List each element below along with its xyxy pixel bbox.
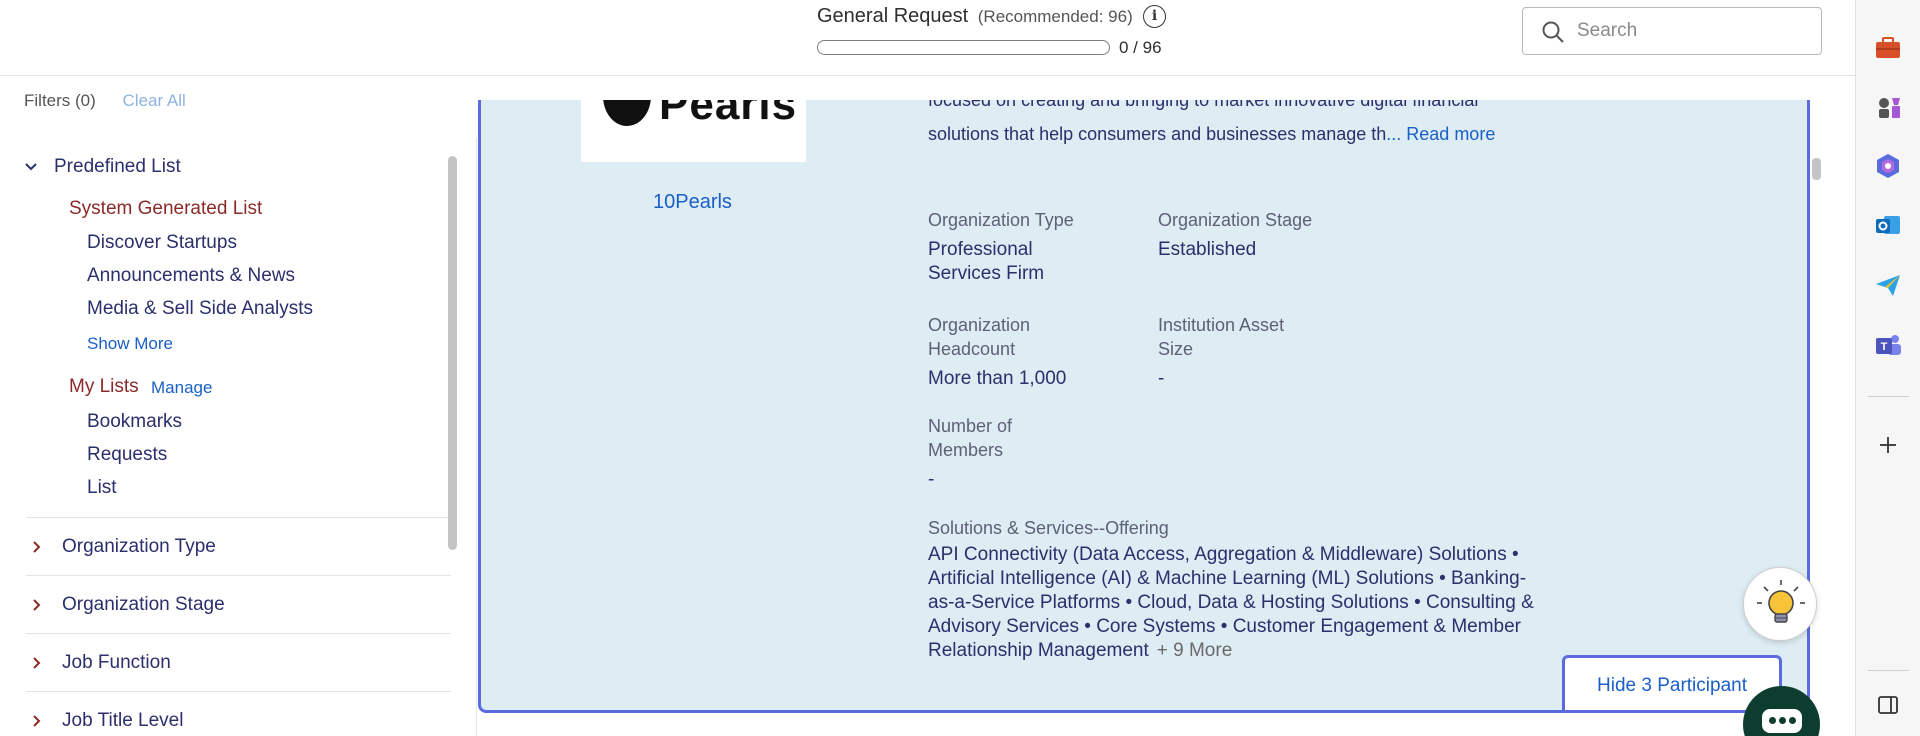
filter-group-organization-stage[interactable]: Organization Stage — [26, 575, 451, 633]
filter-group-label: Job Function — [62, 651, 171, 673]
request-progress-bar — [817, 40, 1110, 55]
list-item-discover-startups[interactable]: Discover Startups — [87, 232, 237, 254]
info-icon[interactable]: i — [1143, 5, 1166, 28]
clear-all-link[interactable]: Clear All — [123, 91, 186, 110]
add-icon[interactable] — [1873, 430, 1903, 460]
search-icon — [1542, 21, 1564, 43]
chess-icon[interactable] — [1873, 92, 1903, 122]
search-box[interactable] — [1522, 7, 1822, 55]
headcount-label: Organization Headcount — [928, 315, 1031, 359]
send-icon[interactable] — [1873, 270, 1903, 300]
system-generated-list-title: System Generated List — [69, 198, 263, 219]
asset-size-value: - — [1158, 368, 1165, 389]
filters-row: Filters (0) Clear All — [24, 91, 186, 111]
asset-size-label: Institution Asset Size — [1158, 315, 1285, 359]
list-item-announcements-news[interactable]: Announcements & News — [87, 265, 295, 287]
filter-group-organization-type[interactable]: Organization Type — [26, 517, 451, 575]
headcount-value: More than 1,000 — [928, 368, 1067, 389]
rail-divider — [1868, 396, 1909, 397]
filter-group-label: Job Title Level — [62, 709, 184, 731]
chevron-down-icon — [25, 163, 37, 171]
organization-description: solutions that help consumers and busine… — [928, 122, 1548, 146]
members-label: Number of Members — [928, 416, 1013, 460]
search-input[interactable] — [1577, 18, 1807, 44]
chevron-right-icon — [33, 656, 41, 669]
teams-icon[interactable]: T — [1873, 330, 1903, 360]
predefined-list-header[interactable]: Predefined List — [24, 156, 181, 178]
offering-label: Solutions & Services--Offering — [928, 518, 1169, 538]
description-clipped-line: focused on creating and bringing to mark… — [928, 100, 1548, 116]
list-item-media-analysts[interactable]: Media & Sell Side Analysts — [87, 298, 313, 320]
filter-group-job-title-level[interactable]: Job Title Level — [26, 691, 451, 736]
top-header: General Request (Recommended: 96) i 0 / … — [0, 0, 1855, 76]
my-lists-title: My Lists — [69, 376, 139, 397]
members-value: - — [928, 469, 935, 490]
chevron-right-icon — [33, 598, 41, 611]
copilot-icon[interactable] — [1873, 151, 1903, 181]
briefcase-icon[interactable] — [1873, 33, 1903, 63]
right-app-rail: T — [1855, 0, 1920, 736]
filter-group-job-function[interactable]: Job Function — [26, 633, 451, 691]
filter-group-label: Organization Stage — [62, 593, 225, 615]
chat-icon — [1762, 709, 1802, 733]
org-stage-value: Established — [1158, 239, 1257, 260]
chevron-right-icon — [33, 714, 41, 727]
rail-divider — [1868, 670, 1909, 671]
tips-button[interactable] — [1743, 567, 1817, 641]
organization-card: Pearls 10Pearls focused on creating and … — [478, 100, 1810, 713]
list-item-bookmarks[interactable]: Bookmarks — [87, 411, 182, 433]
content-scrollbar[interactable] — [1812, 158, 1821, 180]
read-more-link[interactable]: ... Read more — [1386, 124, 1495, 144]
filters-count: Filters (0) — [24, 91, 96, 110]
offering-list: API Connectivity (Data Access, Aggregati… — [928, 543, 1548, 663]
filter-group-label: Organization Type — [62, 535, 216, 557]
predefined-list-title: Predefined List — [54, 156, 181, 177]
manage-lists-link[interactable]: Manage — [151, 378, 212, 398]
description-line-1: focused on creating and bringing to mark… — [928, 100, 1479, 110]
show-more-link[interactable]: Show More — [87, 334, 173, 354]
org-type-label: Organization Type — [928, 210, 1074, 230]
progress-text: 0 / 96 — [1119, 38, 1162, 57]
filter-sidebar: Predefined List System Generated List Di… — [6, 138, 461, 736]
recommended-count: (Recommended: 96) — [977, 7, 1133, 26]
sidebar-toggle-icon[interactable] — [1873, 690, 1903, 720]
request-title: General Request (Recommended: 96) — [817, 5, 1133, 28]
list-item-list[interactable]: List — [87, 477, 117, 499]
offering-more-link[interactable]: + 9 More — [1157, 640, 1233, 661]
org-type-value: Professional Services Firm — [928, 239, 1045, 284]
lightbulb-icon — [1757, 580, 1805, 623]
organization-name-link[interactable]: 10Pearls — [653, 191, 732, 214]
description-line-2: solutions that help consumers and busine… — [928, 124, 1387, 144]
outlook-icon[interactable] — [1873, 210, 1903, 240]
logo-mark — [603, 100, 651, 126]
logo-wordmark: Pearls — [659, 100, 798, 129]
sidebar-scrollbar[interactable] — [448, 156, 457, 550]
svg-text:T: T — [1881, 341, 1888, 353]
request-title-text: General Request — [817, 5, 969, 27]
chevron-right-icon — [33, 540, 41, 553]
org-stage-label: Organization Stage — [1158, 210, 1313, 230]
list-item-requests[interactable]: Requests — [87, 444, 167, 466]
organization-logo: Pearls — [581, 100, 806, 162]
panel-divider — [476, 138, 477, 736]
